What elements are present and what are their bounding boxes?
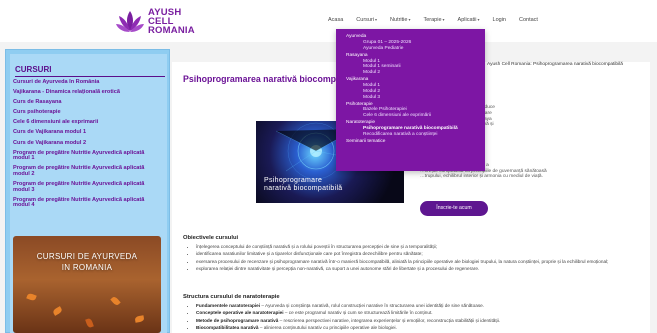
list-item: înțelegerea conceptului de conștiință na… [196,243,641,250]
structure-item-text: – rescrierea perspectivei narative, inte… [278,317,501,323]
leaf-decoration [85,317,94,329]
structure-item-title: Conceptele operative ale naratoterapiei [196,310,284,316]
hero-caption-line-2: narativă biocompatibilă [264,185,343,192]
menu-item[interactable]: Ayurveda Pediatrie [346,46,485,52]
nav-terapie-label: Terapie [423,17,442,23]
nav-cursuri-label: Cursuri [356,17,375,23]
brand-line-3: ROMANIA [148,25,195,36]
sidebar-item[interactable]: Curs psihoterapie [13,110,161,116]
menu-item[interactable]: Recodificarea narativă a conștiinței [346,132,485,138]
nav-acasa[interactable]: Acasa [328,17,343,23]
brand-name: AYUSH CELL ROMANIA [148,8,195,36]
site-logo[interactable]: AYUSH CELL ROMANIA [115,8,195,35]
list-item: exersarea procesului de recenzare și psi… [196,258,641,265]
chevron-down-icon: ▾ [442,17,445,22]
menu-item[interactable]: Cele 6 dimensiuni ale exprimării [346,113,485,119]
promo-line-2: IN ROMANIA [61,263,113,272]
sidebar-divider [15,76,165,77]
hero-caption: Psihoprogramare narativă biocompatibilă [264,177,343,193]
promo-text: CURSURI DE AYURVEDA IN ROMANIA [13,251,161,273]
list-item: Metode de psihoprogramare narativă – res… [196,317,641,324]
nav-nutritie-label: Nutritie [390,17,408,23]
sidebar-item[interactable]: Program de pregătire Nutritie Ayurvedică… [13,150,161,162]
sidebar-item[interactable]: Program de pregătire Nutritie Ayurvedică… [13,181,161,193]
sidebar-item[interactable]: Vajikarana - Dinamica relațională erotic… [13,89,161,96]
nav-cursuri[interactable]: Cursuri▾ [356,17,377,23]
site-header: AYUSH CELL ROMANIA Acasa Cursuri▾ Nutrit… [0,0,657,42]
nav-aplicatii[interactable]: Aplicatii▾ [458,17,480,23]
objectives-title: Obiectivele cursului [183,235,239,241]
chevron-down-icon: ▾ [408,17,411,22]
list-item: Conceptele operative ale naratoterapiei … [196,309,641,316]
list-item: Fundamentele naratoterapiei – Ayurveda ș… [196,302,641,309]
menu-item[interactable]: Modul 3 [346,95,485,101]
list-item: Biocompatibilitatea narativă – alinierea… [196,324,641,331]
nav-terapie[interactable]: Terapie▾ [423,17,444,23]
enroll-button[interactable]: Înscrie-te acum [420,201,488,216]
structure-title: Structura cursului de naratoterapie [183,294,280,300]
nav-contact[interactable]: Contact [519,17,538,23]
sidebar-item[interactable]: Program de pregătire Nutritie Ayurvedică… [13,165,161,177]
objectives-list: înțelegerea conceptului de conștiință na… [196,243,641,273]
sidebar-item[interactable]: Curs de Vajikarana modul 1 [13,130,161,136]
list-item: identificarea naratiunilor limitative și… [196,250,641,257]
structure-item-title: Metode de psihoprogramare narativă [196,317,279,323]
structure-item-text: – ce este programul narativ și cum se st… [283,310,433,316]
structure-list: Fundamentele naratoterapiei – Ayurveda ș… [196,302,641,332]
sidebar-item[interactable]: Program de pregătire Nutritie Ayurvedică… [13,197,161,209]
structure-item-title: Biocompatibilitatea narativă [196,325,259,331]
promo-line-1: CURSURI DE AYURVEDA [36,252,138,261]
main-nav: Acasa Cursuri▾ Nutritie▾ Terapie▾ Aplica… [328,17,551,23]
sidebar-item[interactable]: Cele 6 dimensiuni ale exprimarii [13,120,161,126]
nav-login[interactable]: Login [493,17,506,23]
sidebar-title: CURSURI [15,65,52,74]
structure-item-title: Fundamentele naratoterapiei [196,303,261,308]
structure-item-text: – alinierea conținutului narativ cu prin… [258,325,397,331]
intro2-line: …trupului, echilibrul interior și armoni… [420,174,543,180]
menu-group-seminarii[interactable]: Seminarii tematice [346,139,485,145]
lotus-logo-icon [116,10,144,32]
leaf-decoration [110,295,121,307]
menu-item[interactable]: Modul 2 [346,70,485,76]
ayurveda-promo-banner[interactable]: CURSURI DE AYURVEDA IN ROMANIA [13,236,161,333]
sidebar-item[interactable]: Cursuri de Ayurveda în România [13,79,161,86]
cursuri-dropdown-menu: Ayurveda Grupa 01 – 2025-2026 Ayurveda P… [336,29,485,171]
chevron-down-icon: ▾ [375,17,378,22]
hero-caption-line-1: Psihoprogramare [264,177,323,184]
chevron-down-icon: ▾ [477,17,480,22]
page-title: Psihoprogramarea narativă biocompatibilă [183,74,362,84]
leaf-decoration [26,292,37,302]
leaf-decoration [134,315,145,323]
nav-aplicatii-label: Aplicatii [457,17,477,23]
nav-acasa-label: Acasa [328,17,344,23]
sidebar-course-list: Cursuri de Ayurveda în România Vajikaran… [13,79,161,209]
nav-login-label: Login [492,17,506,23]
sidebar-item[interactable]: Curs de Vajikarana modul 2 [13,140,161,147]
structure-item-text: – Ayurveda și conștiința narativă, rolul… [260,303,485,308]
nav-nutritie[interactable]: Nutritie▾ [390,17,410,23]
list-item: explorarea relației dintre narativitate … [196,265,641,272]
leaf-decoration [52,306,63,316]
nav-contact-label: Contact [518,17,538,23]
sidebar-item[interactable]: Curs de Rasayana [13,100,161,106]
breadcrumb: Ayush Cell Romania: Psihoprogramarea nar… [487,62,623,67]
